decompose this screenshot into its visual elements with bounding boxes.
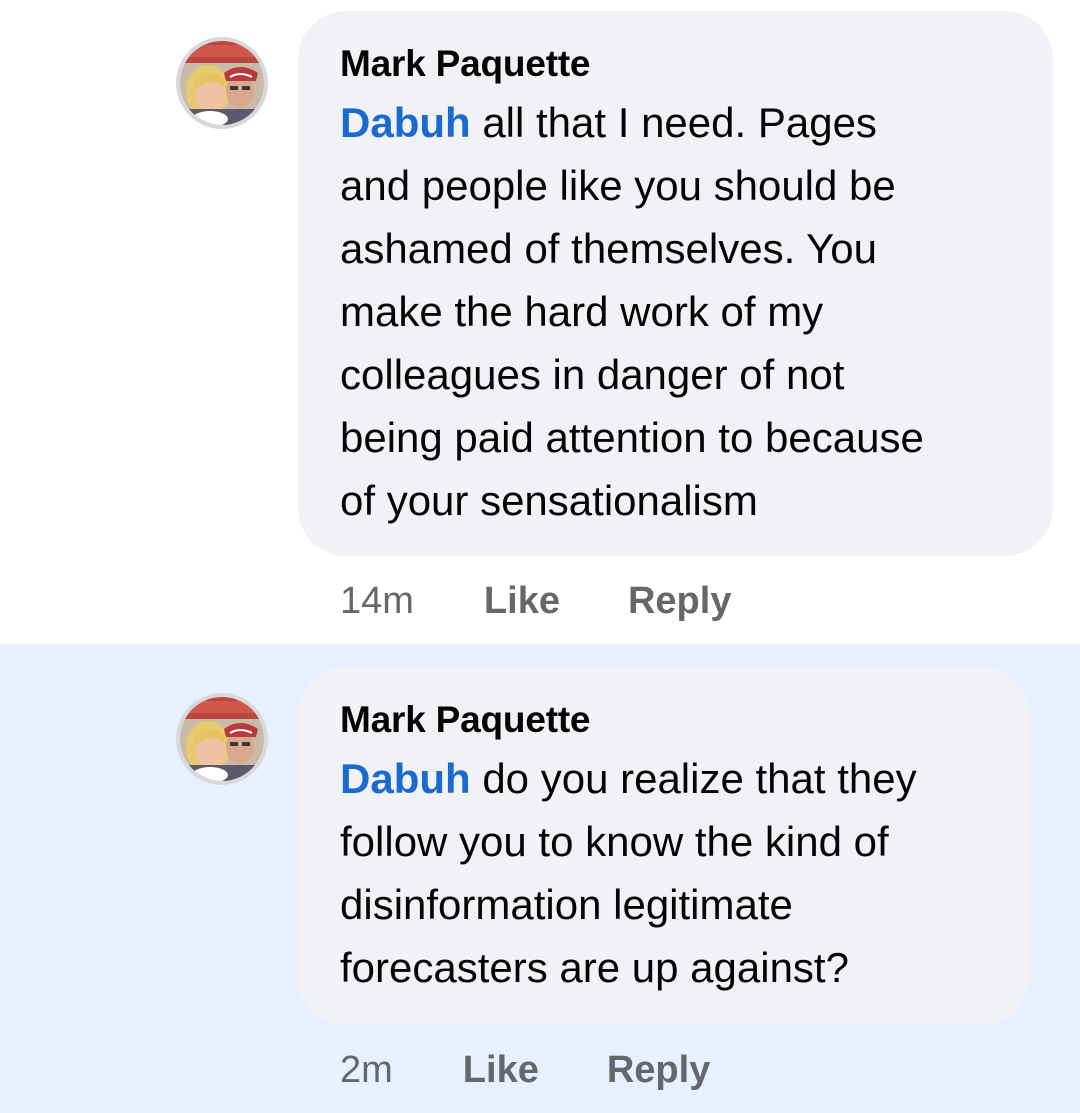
comment-line: forecasters are up against? bbox=[340, 944, 849, 991]
comment-actions: 2m Like Reply bbox=[340, 1049, 710, 1092]
comment-line: ashamed of themselves. You bbox=[340, 225, 878, 272]
comment-line: follow you to know the kind of bbox=[340, 818, 889, 865]
comment-line: and people like you should be bbox=[340, 162, 896, 209]
comment-timestamp[interactable]: 2m bbox=[340, 1049, 393, 1092]
reply-button[interactable]: Reply bbox=[628, 580, 731, 623]
comment-author[interactable]: Mark Paquette bbox=[340, 41, 1013, 87]
avatar[interactable] bbox=[176, 693, 268, 785]
like-button[interactable]: Like bbox=[484, 580, 560, 623]
comment-line: Dabuh do you realize that they bbox=[340, 747, 989, 810]
comment-line: make the hard work of my bbox=[340, 288, 824, 335]
comment-line-text: all that I need. Pages bbox=[470, 99, 877, 146]
comment-line: of your sensationalism bbox=[340, 477, 758, 524]
reply-button[interactable]: Reply bbox=[607, 1049, 710, 1092]
comment: Mark Paquette Dabuh all that I need. Pag… bbox=[0, 0, 1080, 644]
comment-line: Dabuh all that I need. Pages bbox=[340, 91, 1013, 154]
comment-text: Dabuh do you realize that they follow yo… bbox=[340, 747, 989, 999]
comment-bubble: Mark Paquette Dabuh do you realize that … bbox=[298, 667, 1029, 1025]
comment-line: being paid attention to because bbox=[340, 414, 924, 461]
avatar-photo bbox=[180, 697, 264, 781]
comment-line: disinformation legitimate bbox=[340, 881, 793, 928]
comment-text: Dabuh all that I need. Pages and people … bbox=[340, 91, 1013, 532]
comment-author[interactable]: Mark Paquette bbox=[340, 697, 989, 743]
comment-line-text: do you realize that they bbox=[470, 755, 917, 802]
comment-line: colleagues in danger of not bbox=[340, 351, 845, 398]
comment-bubble: Mark Paquette Dabuh all that I need. Pag… bbox=[298, 11, 1053, 556]
comment-highlighted: Mark Paquette Dabuh do you realize that … bbox=[0, 644, 1080, 1113]
like-button[interactable]: Like bbox=[463, 1049, 539, 1092]
mention-link[interactable]: Dabuh bbox=[340, 99, 471, 146]
comment-timestamp[interactable]: 14m bbox=[340, 580, 414, 623]
avatar-photo bbox=[180, 41, 264, 125]
mention-link[interactable]: Dabuh bbox=[340, 755, 471, 802]
avatar[interactable] bbox=[176, 37, 268, 129]
comment-actions: 14m Like Reply bbox=[340, 580, 731, 623]
